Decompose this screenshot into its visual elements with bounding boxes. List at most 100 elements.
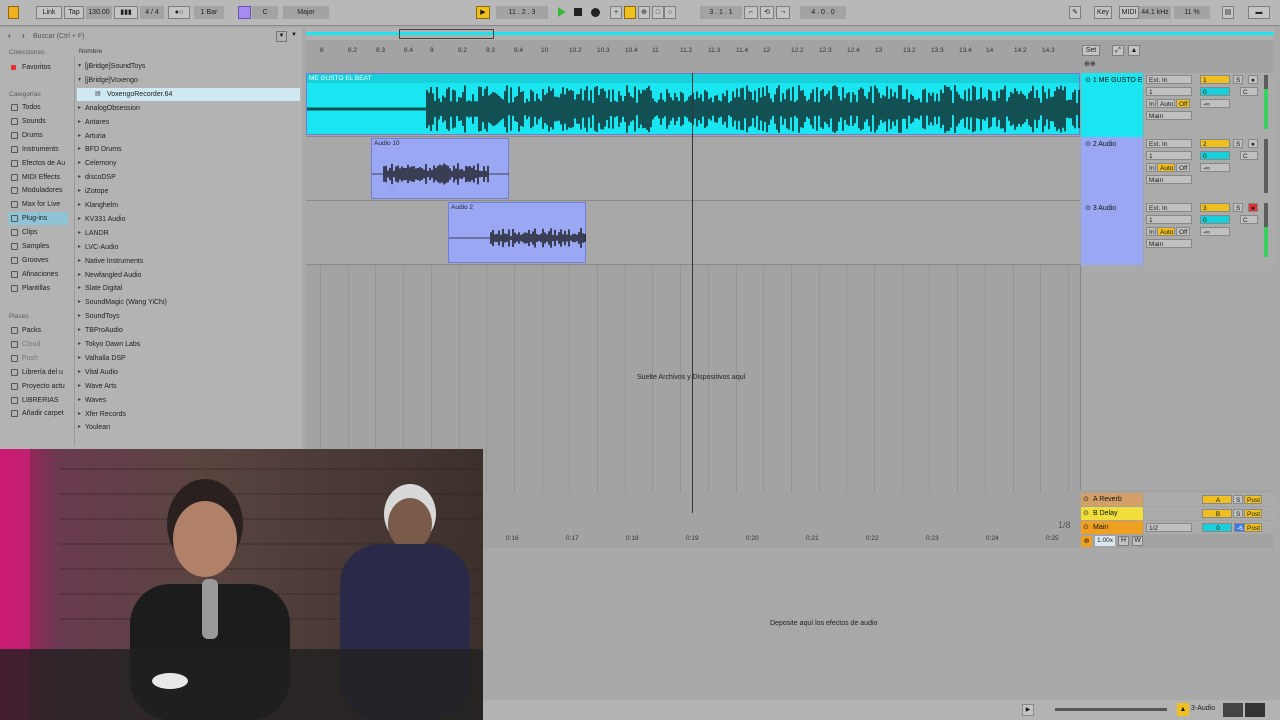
filter-icon[interactable]: ▼ xyxy=(276,31,287,42)
place-item-librerias[interactable]: LIBRERIAS xyxy=(8,394,68,407)
volume-field[interactable]: 0 xyxy=(1200,87,1230,96)
solo-button[interactable]: S xyxy=(1233,139,1243,148)
input-channel-select[interactable]: 1 xyxy=(1146,151,1192,160)
browser-list-item[interactable]: ▸ LVC-Audio xyxy=(77,241,300,254)
collapsed-icon[interactable]: ▸ xyxy=(78,227,81,240)
collapsed-icon[interactable]: ▸ xyxy=(78,102,81,115)
collapsed-icon[interactable]: ▸ xyxy=(78,352,81,365)
browser-list-item[interactable]: ▸ Antares xyxy=(77,116,300,129)
arrange-mode-icon[interactable]: ⊕ xyxy=(1081,536,1092,547)
browser-list-item[interactable]: ▸ Vital Audio xyxy=(77,366,300,379)
loop-icon[interactable]: ⟲ xyxy=(760,6,774,19)
collapsed-icon[interactable]: ▸ xyxy=(78,241,81,254)
browser-list-item[interactable]: ▸ Waves xyxy=(77,394,300,407)
track-lane[interactable]: Audio 10 xyxy=(306,137,1080,201)
place-item-push[interactable]: Push xyxy=(8,352,68,365)
input-type-select[interactable]: Ext. In xyxy=(1146,203,1192,212)
browser-list-item[interactable]: ▸ Youlean xyxy=(77,421,300,434)
sidebar-item-favoritos[interactable]: Favoritos xyxy=(8,61,68,74)
track-name[interactable]: 2 Audio xyxy=(1093,141,1116,148)
sidebar-item-efectos[interactable]: Efectos de Au xyxy=(8,157,68,170)
collapsed-icon[interactable]: ▸ xyxy=(78,185,81,198)
sidebar-item-grooves[interactable]: Grooves xyxy=(8,254,68,267)
key-map-button[interactable]: Key xyxy=(1094,6,1112,19)
browser-list-item[interactable]: ▸ Native Instruments xyxy=(77,255,300,268)
pan-field[interactable]: C xyxy=(1240,151,1258,160)
browser-list-item[interactable]: ▸ AnalogObsession xyxy=(77,102,300,115)
monitor-auto-button[interactable]: Auto xyxy=(1157,227,1175,236)
sidebar-item-sounds[interactable]: Sounds xyxy=(8,115,68,128)
automation-arm-icon[interactable] xyxy=(624,6,636,19)
pan-field[interactable]: C xyxy=(1240,215,1258,224)
place-item-packs[interactable]: Packs xyxy=(8,324,68,337)
loop-length-field[interactable]: 4 . 0 . 0 xyxy=(800,6,846,19)
return-track-b[interactable]: B Delay xyxy=(1081,507,1143,520)
sidebar-item-afinaciones[interactable]: Afinaciones xyxy=(8,268,68,281)
track-header[interactable]: ⊙ 1 ME GUSTO E xyxy=(1081,73,1143,137)
arm-button[interactable]: ● xyxy=(1248,139,1258,148)
tap-button[interactable]: Tap xyxy=(64,6,84,19)
browser-menu-icon[interactable]: ▼ xyxy=(291,32,297,38)
audio-clip[interactable]: Audio 10 xyxy=(371,138,509,199)
audio-clip[interactable]: Audio 2 xyxy=(448,202,586,263)
fold-icon[interactable]: ⊙ xyxy=(1085,77,1093,84)
volume-field[interactable]: 0 xyxy=(1200,151,1230,160)
pan-field[interactable]: C xyxy=(1240,87,1258,96)
search-input[interactable]: Buscar (Ctrl + F) xyxy=(33,31,291,42)
midi-map-button[interactable]: MIDI xyxy=(1119,6,1139,19)
quantize-select[interactable]: 1 Bar xyxy=(194,6,224,19)
draw-mode-icon[interactable]: ✎ xyxy=(1069,6,1081,19)
arm-button[interactable]: ● xyxy=(1248,203,1258,212)
output-select[interactable]: Main xyxy=(1146,111,1192,120)
overdub-icon[interactable]: + xyxy=(610,6,622,19)
solo-button[interactable]: S xyxy=(1233,75,1243,84)
sidebar-item-all[interactable]: Todos xyxy=(8,101,68,114)
key-select[interactable]: C xyxy=(252,6,278,19)
track-activator-button[interactable]: 2 xyxy=(1200,139,1230,148)
track-activator-button[interactable]: 1 xyxy=(1200,75,1230,84)
loop-start-field[interactable]: 3 . 1 . 1 xyxy=(700,6,742,19)
record-icon[interactable] xyxy=(591,8,600,17)
link-button[interactable]: Link xyxy=(36,6,62,19)
place-item-cloud[interactable]: Cloud xyxy=(8,338,68,351)
browser-list-item[interactable]: ▾ [jBridge]Voxengo xyxy=(77,74,300,87)
monitor-in-button[interactable]: In xyxy=(1146,163,1156,172)
follow-icon[interactable]: ▶ xyxy=(476,6,490,19)
input-type-select[interactable]: Ext. In xyxy=(1146,139,1192,148)
output-select[interactable]: Main xyxy=(1146,239,1192,248)
monitor-in-button[interactable]: In xyxy=(1146,99,1156,108)
nudge-icon[interactable]: ▮▮▮ xyxy=(114,6,138,19)
track-lane[interactable]: Audio 2 xyxy=(306,201,1080,265)
output-select[interactable]: Main xyxy=(1146,175,1192,184)
collapsed-icon[interactable]: ▸ xyxy=(78,296,81,309)
grid-size-label[interactable]: 1/8 xyxy=(1058,520,1071,530)
input-channel-select[interactable]: 1 xyxy=(1146,215,1192,224)
browser-list-item[interactable]: ▸ TBProAudio xyxy=(77,324,300,337)
browser-list-item[interactable]: ▸ SoundToys xyxy=(77,310,300,323)
browser-divider[interactable] xyxy=(74,56,75,446)
browser-list-item[interactable]: ▸ Wave Arts xyxy=(77,380,300,393)
input-type-select[interactable]: Ext. In xyxy=(1146,75,1192,84)
sidebar-item-instruments[interactable]: Instruments xyxy=(8,143,68,156)
browser-list-item[interactable]: ▸ Arturia xyxy=(77,130,300,143)
arrangement-position[interactable]: 11 . 2 . 3 xyxy=(496,6,548,19)
lock-icon[interactable]: ▲ xyxy=(1128,45,1140,56)
collapsed-icon[interactable]: ▸ xyxy=(78,255,81,268)
collapsed-icon[interactable]: ▸ xyxy=(78,199,81,212)
time-signature-field[interactable]: 4 / 4 xyxy=(140,6,164,19)
forward-icon[interactable]: › xyxy=(22,31,25,40)
reenable-automation-icon[interactable]: ⊕ xyxy=(638,6,650,19)
overview-window[interactable] xyxy=(399,29,494,39)
browser-list-item[interactable]: ▸ Tokyo Dawn Labs xyxy=(77,338,300,351)
monitor-off-button[interactable]: Off xyxy=(1176,99,1190,108)
sidebar-item-plantillas[interactable]: Plantillas xyxy=(8,282,68,295)
plugin-icon[interactable]: ▤ xyxy=(95,88,101,101)
back-icon[interactable]: ‹ xyxy=(8,31,11,40)
punch-in-icon[interactable]: ⌐ xyxy=(744,6,758,19)
collapsed-icon[interactable]: ▸ xyxy=(78,143,81,156)
monitor-off-button[interactable]: Off xyxy=(1176,227,1190,236)
sidebar-item-midi-effects[interactable]: MIDI Effects xyxy=(8,171,68,184)
arm-button[interactable]: ● xyxy=(1248,75,1258,84)
track-header[interactable]: ⊙ 3 Audio xyxy=(1081,201,1143,265)
collapsed-icon[interactable]: ▸ xyxy=(78,282,81,295)
